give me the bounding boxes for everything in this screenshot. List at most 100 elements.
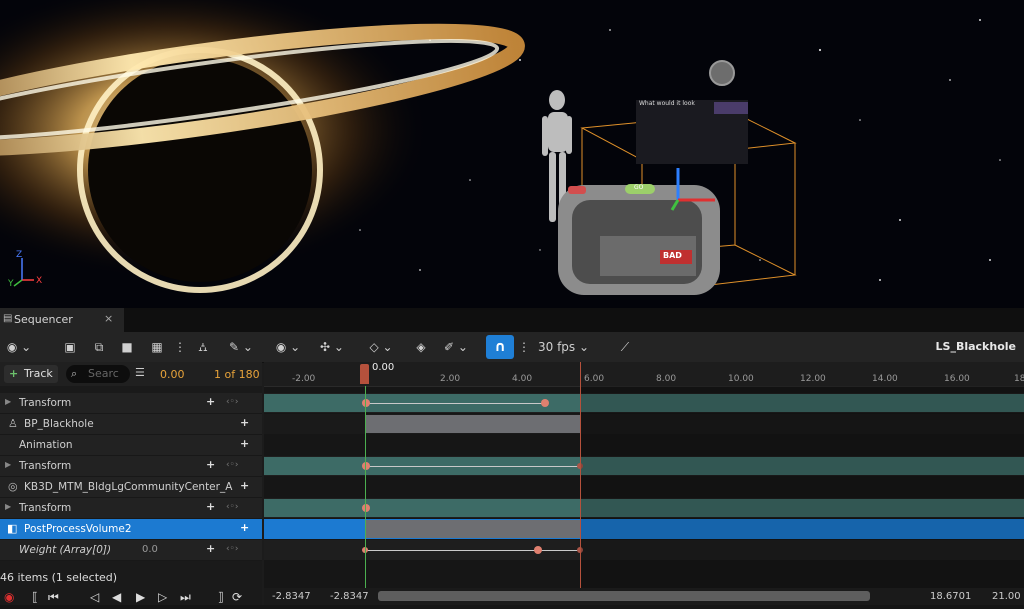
- jump-to-start-icon[interactable]: ⟦: [32, 590, 38, 604]
- ruler-tick: 18: [1014, 374, 1024, 384]
- mesh-actor-icon: ◎: [8, 480, 18, 493]
- keyframe[interactable]: [362, 504, 370, 512]
- add-track-icon[interactable]: +: [240, 479, 249, 492]
- playhead-handle[interactable]: [360, 364, 369, 384]
- keyframe[interactable]: [362, 399, 370, 407]
- view-options-icon[interactable]: ◉ ⌄: [272, 338, 304, 356]
- track-row-community-center[interactable]: ◎ KB3D_MTM_BldgLgCommunityCenter_A +: [0, 477, 262, 498]
- world-icon[interactable]: ◉ ⌄: [4, 338, 34, 356]
- ruler-tick: 6.00: [584, 374, 605, 384]
- view-start-field[interactable]: -2.8347: [272, 591, 311, 602]
- snap-options-icon[interactable]: ⋮: [518, 338, 530, 356]
- key-icon[interactable]: ◇ ⌄: [366, 338, 396, 356]
- add-track-icon[interactable]: +: [240, 416, 249, 429]
- expand-arrow-icon[interactable]: ▶: [5, 460, 11, 469]
- tab-sequencer[interactable]: ▤ Sequencer ×: [0, 308, 124, 332]
- key-nav-icon[interactable]: ‹◦›: [226, 502, 239, 512]
- tab-sequencer-label: Sequencer: [14, 313, 73, 326]
- work-start-field[interactable]: -2.8347: [330, 591, 369, 602]
- jump-to-end-icon[interactable]: ⟧: [218, 590, 224, 604]
- add-key-icon[interactable]: +: [206, 395, 215, 408]
- actor-icon: ♙: [8, 417, 18, 430]
- ruler-tick: -2.00: [292, 374, 316, 384]
- step-forward-frame-icon[interactable]: ▷: [158, 590, 167, 604]
- framerate-label: 30 fps: [538, 340, 576, 354]
- actor-section[interactable]: [366, 415, 580, 433]
- record-icon[interactable]: ◉: [4, 590, 14, 604]
- track-label: Transform: [19, 502, 72, 514]
- track-label: KB3D_MTM_BldgLgCommunityCenter_A: [24, 481, 233, 493]
- filter-icon[interactable]: ☰: [135, 366, 145, 379]
- timeline-scrollbar[interactable]: [378, 591, 870, 601]
- keyframe[interactable]: [541, 399, 549, 407]
- ruler-tick: 8.00: [656, 374, 677, 384]
- time-ruler[interactable]: -2.00 2.00 4.00 6.00 8.00 10.00 12.00 14…: [264, 362, 1024, 387]
- curve-editor-icon[interactable]: ⟋: [616, 338, 634, 356]
- sequence-name: LS_Blackhole: [935, 340, 1016, 353]
- tools-icon[interactable]: ✎ ⌄: [226, 338, 256, 356]
- key-nav-icon[interactable]: ‹◦›: [226, 397, 239, 407]
- framerate-dropdown[interactable]: 30 fps ⌄: [538, 338, 592, 356]
- track-row-animation[interactable]: Animation +: [0, 435, 262, 456]
- save-icon[interactable]: ▣: [62, 338, 78, 356]
- view-end-field[interactable]: 18.6701: [930, 591, 971, 602]
- expand-arrow-icon[interactable]: ▶: [5, 397, 11, 406]
- sequencer-panel: ▤ Sequencer × ◉ ⌄ ▣ ⧉ ■ ▦ ⋮ ⛼ ✎ ⌄ ◉ ⌄ ✣ …: [0, 308, 1024, 605]
- postprocess-section[interactable]: [366, 520, 580, 538]
- timeline-area[interactable]: -2.00 2.00 4.00 6.00 8.00 10.00 12.00 14…: [264, 362, 1024, 605]
- save-as-icon[interactable]: ⧉: [90, 338, 108, 356]
- playback-options-icon[interactable]: ✣ ⌄: [316, 338, 348, 356]
- loop-icon[interactable]: ⟳: [232, 590, 242, 604]
- moon-object: [709, 60, 735, 86]
- play-reverse-icon[interactable]: ◀: [112, 590, 121, 604]
- track-row-transform-3[interactable]: ▶ Transform + ‹◦›: [0, 498, 262, 519]
- play-icon[interactable]: ▶: [136, 590, 145, 604]
- keyframe[interactable]: [362, 462, 370, 470]
- key-nav-icon[interactable]: ‹◦›: [226, 544, 239, 554]
- actor-to-sequencer-icon[interactable]: ⛼: [194, 338, 212, 356]
- track-row-transform-1[interactable]: ▶ Transform + ‹◦›: [0, 393, 262, 414]
- track-row-transform-2[interactable]: ▶ Transform + ‹◦›: [0, 456, 262, 477]
- ruler-tick: 2.00: [440, 374, 461, 384]
- search-input[interactable]: ⌕ Searc: [66, 365, 130, 383]
- ruler-tick: 12.00: [800, 374, 826, 384]
- key-curve: [367, 466, 581, 467]
- render-movie-icon[interactable]: ▦: [148, 338, 166, 356]
- key-nav-icon[interactable]: ‹◦›: [226, 460, 239, 470]
- expand-arrow-icon[interactable]: ▶: [5, 502, 11, 511]
- track-label: Transform: [19, 460, 72, 472]
- add-track-icon[interactable]: +: [240, 521, 249, 534]
- add-key-icon[interactable]: +: [206, 542, 215, 555]
- weight-value-field[interactable]: 0.0: [142, 544, 158, 555]
- track-row-bp-blackhole[interactable]: ♙ BP_Blackhole +: [0, 414, 262, 435]
- more-options-icon[interactable]: ⋮: [174, 338, 186, 356]
- step-forward-key-icon[interactable]: ⏭: [180, 590, 191, 605]
- track-row-weight[interactable]: Weight (Array[0]) 0.0 + ‹◦›: [0, 540, 262, 561]
- add-track-label: Track: [24, 367, 53, 380]
- add-key-icon[interactable]: +: [206, 458, 215, 471]
- out-of-range-shade: [581, 386, 1024, 605]
- step-back-frame-icon[interactable]: ◁: [90, 590, 99, 604]
- poster-text: What would it look: [639, 100, 695, 107]
- close-icon[interactable]: ×: [104, 312, 113, 325]
- playhead-time: 0.00: [372, 362, 395, 373]
- track-label: Animation: [19, 439, 73, 451]
- add-track-button[interactable]: + Track: [4, 365, 58, 383]
- search-icon: ⌕: [71, 367, 78, 380]
- add-key-icon[interactable]: +: [206, 500, 215, 513]
- work-end-field[interactable]: 21.00: [992, 591, 1021, 602]
- edit-icon[interactable]: ✐ ⌄: [440, 338, 472, 356]
- ruler-tick: 14.00: [872, 374, 898, 384]
- level-viewport[interactable]: What would it look BAD GO Y X Z: [0, 0, 1024, 308]
- track-row-postprocess[interactable]: ◧ PostProcessVolume2 +: [0, 519, 262, 540]
- key-group-icon[interactable]: ◈: [410, 338, 432, 356]
- step-back-key-icon[interactable]: ⏮: [48, 590, 59, 605]
- camera-icon[interactable]: ■: [118, 338, 136, 356]
- status-bar: 46 items (1 selected): [0, 568, 262, 588]
- keyframe[interactable]: [534, 546, 542, 554]
- add-track-icon[interactable]: +: [240, 437, 249, 450]
- axis-y-label: Y: [8, 279, 14, 289]
- sign-label: GO: [634, 184, 644, 191]
- snap-magnet-button[interactable]: ∩: [486, 335, 514, 359]
- current-time-field[interactable]: 0.00: [160, 368, 185, 381]
